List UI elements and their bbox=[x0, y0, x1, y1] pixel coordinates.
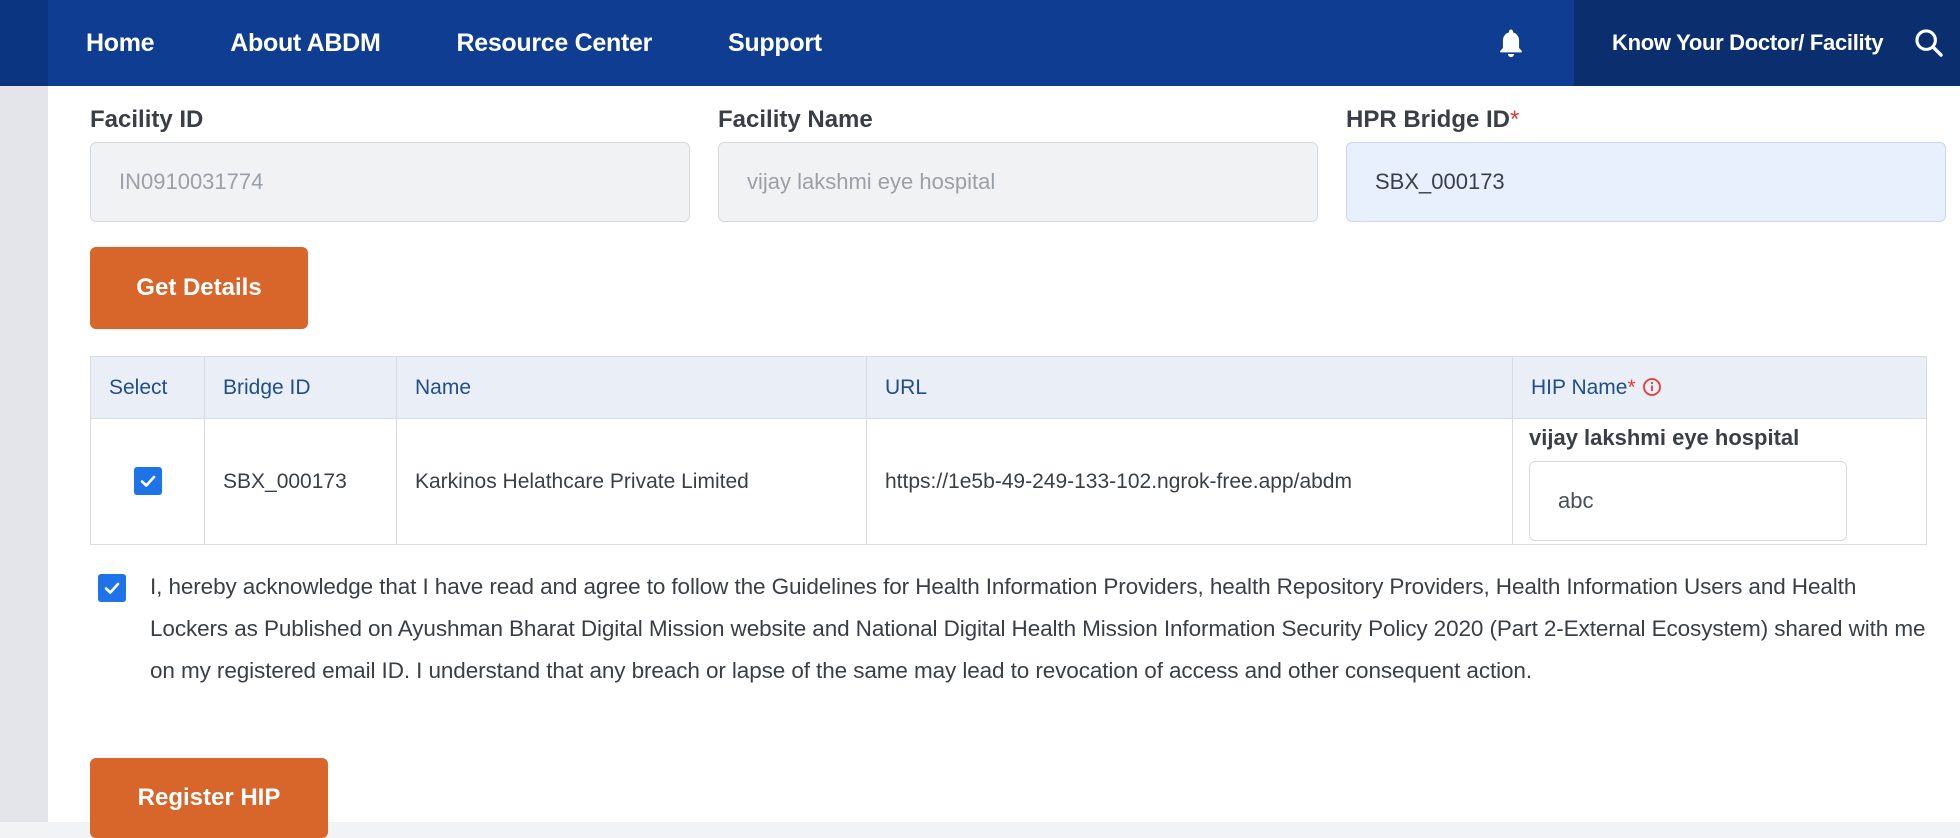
bridge-table: Select Bridge ID Name URL HIP Name* SBX_… bbox=[90, 356, 1927, 545]
name-cell: Karkinos Helathcare Private Limited bbox=[396, 418, 867, 545]
facility-id-field: IN0910031774 bbox=[90, 142, 690, 222]
check-icon bbox=[140, 475, 155, 487]
hpr-bridge-id-label: HPR Bridge ID* bbox=[1346, 106, 1520, 133]
hip-name-input[interactable]: abc bbox=[1529, 461, 1847, 541]
facility-name-label: Facility Name bbox=[718, 106, 873, 133]
acknowledgement-text: I, hereby acknowledge that I have read a… bbox=[150, 574, 1926, 683]
nav-left-strip bbox=[0, 0, 48, 86]
required-asterisk: * bbox=[1510, 106, 1520, 133]
hpr-bridge-id-input[interactable]: SBX_000173 bbox=[1346, 142, 1946, 222]
know-your-doctor-label: Know Your Doctor/ Facility bbox=[1612, 30, 1884, 55]
nav-support[interactable]: Support bbox=[690, 0, 860, 86]
check-icon bbox=[104, 582, 120, 594]
left-side-strip bbox=[0, 86, 48, 822]
col-select: Select bbox=[90, 356, 205, 419]
bridge-id-cell: SBX_000173 bbox=[204, 418, 397, 545]
table-header-row: Select Bridge ID Name URL HIP Name* bbox=[90, 356, 1927, 419]
hip-name-text: vijay lakshmi eye hospital bbox=[1529, 425, 1800, 450]
col-name: Name bbox=[396, 356, 867, 419]
nav-resource-center[interactable]: Resource Center bbox=[418, 0, 690, 86]
info-icon[interactable] bbox=[1642, 377, 1662, 397]
top-navbar: Home About ABDM Resource Center Support … bbox=[0, 0, 1960, 86]
facility-name-field: vijay lakshmi eye hospital bbox=[718, 142, 1318, 222]
register-hip-button[interactable]: Register HIP bbox=[90, 758, 328, 838]
acknowledge-checkbox[interactable] bbox=[98, 574, 126, 602]
table-row: SBX_000173 Karkinos Helathcare Private L… bbox=[90, 418, 1927, 545]
url-cell: https://1e5b-49-249-133-102.ngrok-free.a… bbox=[866, 418, 1513, 545]
facility-id-label: Facility ID bbox=[90, 106, 204, 133]
nav-home[interactable]: Home bbox=[48, 0, 192, 86]
bell-icon[interactable] bbox=[1494, 26, 1528, 60]
row-select-checkbox[interactable] bbox=[133, 466, 162, 495]
required-asterisk: * bbox=[1627, 375, 1636, 399]
search-icon[interactable] bbox=[1912, 26, 1946, 60]
col-url: URL bbox=[866, 356, 1513, 419]
nav-menu: Home About ABDM Resource Center Support bbox=[48, 0, 860, 86]
select-cell bbox=[90, 418, 205, 545]
know-your-doctor-button[interactable]: Know Your Doctor/ Facility bbox=[1574, 0, 1960, 86]
acknowledgement: I, hereby acknowledge that I have read a… bbox=[98, 566, 1928, 692]
col-bridge-id: Bridge ID bbox=[204, 356, 397, 419]
hip-name-cell: vijay lakshmi eye hospital abc bbox=[1512, 418, 1927, 545]
nav-about-abdm[interactable]: About ABDM bbox=[192, 0, 418, 86]
get-details-button[interactable]: Get Details bbox=[90, 247, 308, 329]
col-hip-name: HIP Name* bbox=[1512, 356, 1927, 419]
